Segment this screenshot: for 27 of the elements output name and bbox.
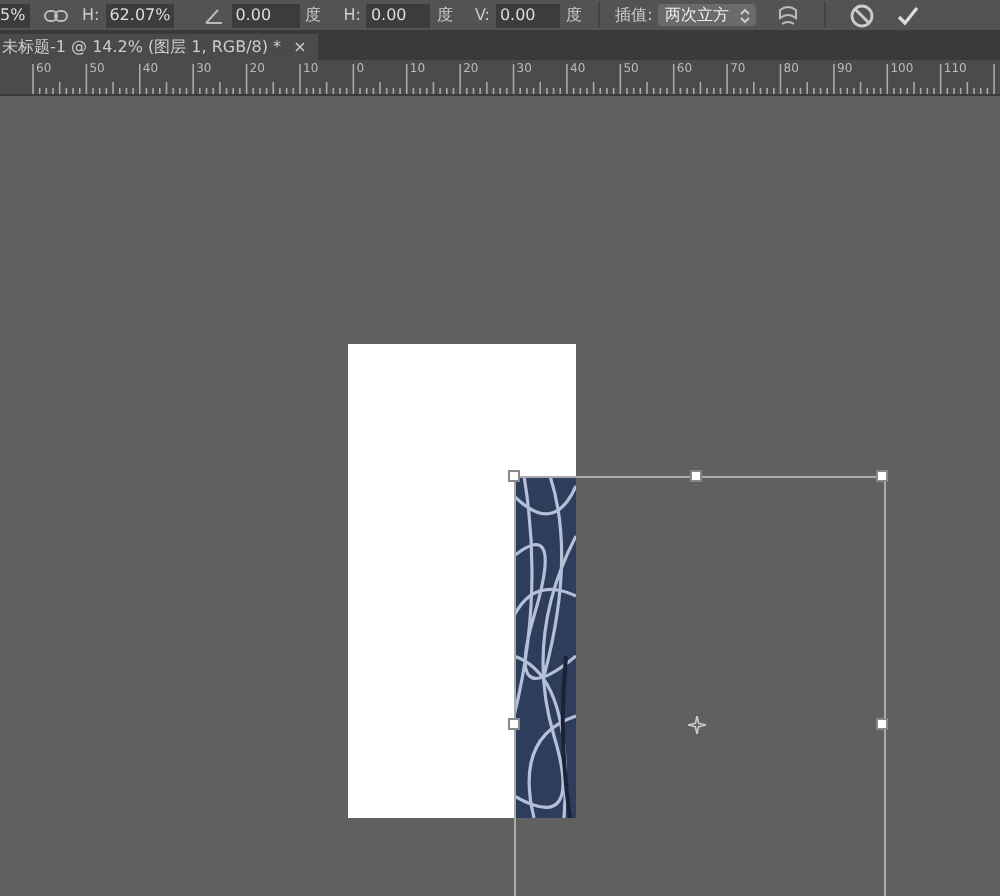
degree-unit: 度	[305, 4, 322, 26]
warp-icon[interactable]	[776, 3, 801, 27]
cancel-icon[interactable]	[850, 3, 874, 27]
link-icon[interactable]	[44, 7, 68, 23]
transform-handle[interactable]	[690, 470, 702, 482]
angle-icon	[203, 7, 224, 23]
transform-handle[interactable]	[876, 470, 888, 482]
interpolation-label: 插值:	[615, 4, 653, 26]
reference-point-icon[interactable]	[688, 716, 706, 734]
commit-check-icon[interactable]	[896, 3, 920, 27]
transform-handle[interactable]	[876, 718, 888, 730]
vertical-skew-field[interactable]: 0.00	[495, 3, 560, 27]
width-field[interactable]: 5%	[0, 3, 30, 27]
up-down-caret-icon	[740, 7, 751, 23]
height-label: H:	[82, 6, 100, 24]
interpolation-dropdown[interactable]: 两次立方	[658, 4, 757, 26]
horizontal-skew-label: H:	[343, 6, 361, 24]
close-icon[interactable]: ×	[293, 38, 307, 56]
degree-unit: 度	[436, 4, 453, 26]
degree-unit: 度	[565, 4, 582, 26]
transform-handle[interactable]	[508, 470, 520, 482]
transform-handle[interactable]	[508, 718, 520, 730]
document-tab[interactable]: 未标题-1 @ 14.2% (图层 1, RGB/8) * ×	[0, 34, 319, 60]
horizontal-skew-field[interactable]: 0.00	[366, 3, 431, 27]
height-field[interactable]: 62.07%	[105, 3, 174, 27]
vertical-skew-label: V:	[474, 6, 490, 24]
rotate-field[interactable]: 0.00	[231, 3, 300, 27]
